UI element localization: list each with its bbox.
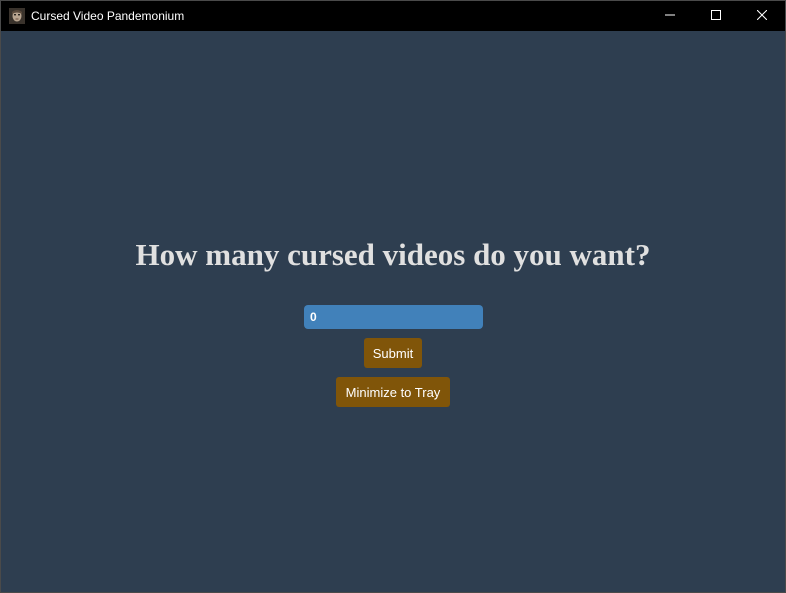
minimize-button[interactable]	[647, 1, 693, 31]
app-window: Cursed Video Pandemonium How many cursed…	[0, 0, 786, 593]
minimize-to-tray-button[interactable]: Minimize to Tray	[336, 377, 450, 407]
title-bar[interactable]: Cursed Video Pandemonium	[1, 1, 785, 31]
window-controls	[647, 1, 785, 31]
app-face-icon	[9, 8, 25, 24]
page-heading: How many cursed videos do you want?	[135, 237, 651, 272]
maximize-icon	[711, 7, 721, 25]
window-title: Cursed Video Pandemonium	[31, 9, 185, 23]
minimize-icon	[665, 7, 675, 25]
submit-button[interactable]: Submit	[364, 338, 422, 368]
maximize-button[interactable]	[693, 1, 739, 31]
main-content: How many cursed videos do you want? Subm…	[1, 31, 785, 592]
close-icon	[756, 7, 768, 25]
close-button[interactable]	[739, 1, 785, 31]
video-count-input[interactable]	[304, 305, 483, 329]
